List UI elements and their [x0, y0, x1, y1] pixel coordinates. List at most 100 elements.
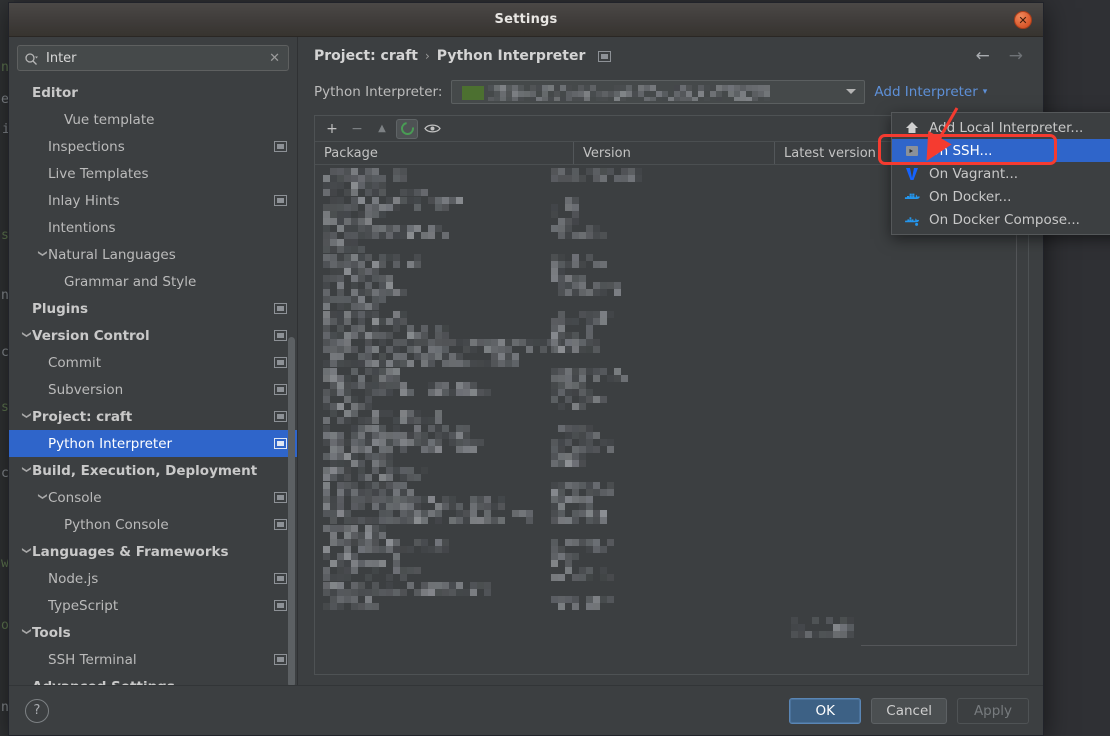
help-button[interactable]: ?: [25, 699, 49, 723]
sidebar-item-editor[interactable]: Editor: [9, 79, 297, 106]
sidebar-item-label: SSH Terminal: [48, 652, 274, 668]
settings-dialog: Settings ✕ ✕ EditorVue t: [8, 2, 1044, 736]
close-icon[interactable]: ✕: [1014, 11, 1032, 29]
remove-package-button[interactable]: −: [346, 119, 368, 139]
search-container: ✕: [9, 37, 297, 77]
sidebar-item-label: Plugins: [32, 301, 274, 317]
sidebar-item-intentions[interactable]: Intentions: [9, 214, 297, 241]
chevron-down-icon[interactable]: ❯: [21, 409, 30, 422]
sidebar-item-label: Natural Languages: [48, 247, 287, 263]
sidebar-item-label: TypeScript: [48, 598, 274, 614]
dialog-footer: ? OK Cancel Apply: [9, 685, 1043, 735]
sidebar-item-live-templates[interactable]: Live Templates: [9, 160, 297, 187]
project-scope-icon: [274, 357, 287, 368]
apply-button[interactable]: Apply: [957, 698, 1029, 724]
menu-item-on-vagrant[interactable]: On Vagrant...: [892, 162, 1110, 185]
sidebar-item-inlay-hints[interactable]: Inlay Hints: [9, 187, 297, 214]
arrow-left-icon[interactable]: ←: [970, 46, 996, 66]
search-box[interactable]: ✕: [17, 45, 289, 71]
chevron-down-icon[interactable]: ❯: [21, 463, 30, 476]
upgrade-package-button[interactable]: ▲: [371, 119, 393, 139]
add-interpreter-menu: Add Local Interpreter... On SSH... On Vagr…: [891, 112, 1110, 235]
packages-table-body[interactable]: [315, 165, 1028, 674]
project-scope-icon: [598, 51, 611, 62]
project-scope-icon: [274, 519, 287, 530]
column-header-package[interactable]: Package: [315, 142, 573, 164]
project-scope-icon: [274, 384, 287, 395]
cancel-button[interactable]: Cancel: [871, 698, 947, 724]
sidebar-item-tools[interactable]: ❯ Tools: [9, 619, 297, 646]
menu-item-on-docker-compose[interactable]: On Docker Compose...: [892, 208, 1110, 231]
sidebar-item-python-console[interactable]: Python Console: [9, 511, 297, 538]
project-scope-icon: [274, 492, 287, 503]
clear-icon[interactable]: ✕: [267, 51, 282, 66]
breadcrumb-project[interactable]: Project: craft: [314, 48, 418, 64]
sidebar-item-languages-frameworks[interactable]: ❯ Languages & Frameworks: [9, 538, 297, 565]
column-header-version[interactable]: Version: [573, 142, 774, 164]
menu-item-on-docker[interactable]: On Docker...: [892, 185, 1110, 208]
sidebar-item-commit[interactable]: Commit: [9, 349, 297, 376]
settings-sidebar: ✕ Editor Vue template Inspections Live Temp…: [9, 37, 298, 685]
project-scope-icon: [274, 600, 287, 611]
arrow-right-icon[interactable]: →: [1003, 46, 1029, 66]
sidebar-item-build-execution-deployment[interactable]: ❯ Build, Execution, Deployment: [9, 457, 297, 484]
dialog-body: ✕ Editor Vue template Inspections Live Temp…: [9, 37, 1043, 685]
ssh-terminal-icon: [904, 143, 920, 159]
breadcrumb: Project: craft › Python Interpreter ← →: [298, 37, 1043, 75]
refresh-icon[interactable]: [396, 119, 418, 139]
interpreter-value-censored: [454, 83, 824, 101]
sidebar-item-label: Inlay Hints: [48, 193, 274, 209]
dialog-titlebar[interactable]: Settings ✕: [9, 3, 1043, 37]
sidebar-item-typescript[interactable]: TypeScript: [9, 592, 297, 619]
menu-item-add-local-interpreter[interactable]: Add Local Interpreter...: [892, 116, 1110, 139]
eye-icon[interactable]: [421, 119, 443, 139]
sidebar-item-label: Console: [48, 490, 274, 506]
sidebar-item-grammar-and-style[interactable]: Grammar and Style: [9, 268, 297, 295]
breadcrumb-page: Python Interpreter: [437, 48, 586, 64]
sidebar-item-subversion[interactable]: Subversion: [9, 376, 297, 403]
sidebar-item-console[interactable]: ❯ Console: [9, 484, 297, 511]
chevron-down-icon: ▾: [983, 87, 988, 97]
menu-item-label: On Docker Compose...: [929, 212, 1080, 228]
project-scope-icon: [274, 330, 287, 341]
sidebar-item-label: Python Console: [64, 517, 274, 533]
sidebar-item-natural-languages[interactable]: ❯ Natural Languages: [9, 241, 297, 268]
interpreter-label: Python Interpreter:: [314, 84, 442, 100]
add-package-button[interactable]: +: [321, 119, 343, 139]
search-input[interactable]: [44, 50, 261, 67]
sidebar-item-vue-template[interactable]: Vue template: [9, 106, 297, 133]
sidebar-item-label: Grammar and Style: [64, 274, 287, 290]
project-scope-icon: [274, 438, 287, 449]
interpreter-select[interactable]: [451, 80, 865, 104]
add-interpreter-button[interactable]: Add Interpreter ▾: [874, 84, 987, 100]
menu-item-label: Add Local Interpreter...: [929, 120, 1083, 136]
menu-item-label: On Docker...: [929, 189, 1011, 205]
sidebar-item-version-control[interactable]: ❯ Version Control: [9, 322, 297, 349]
sidebar-item-ssh-terminal[interactable]: SSH Terminal: [9, 646, 297, 673]
chevron-down-icon[interactable]: ❯: [37, 490, 46, 503]
sidebar-item-label: Tools: [32, 625, 287, 641]
sidebar-item-label: Live Templates: [48, 166, 287, 182]
chevron-down-icon[interactable]: ❯: [21, 544, 30, 557]
sidebar-item-inspections[interactable]: Inspections: [9, 133, 297, 160]
sidebar-item-label: Build, Execution, Deployment: [32, 463, 287, 479]
sidebar-item-label: Python Interpreter: [48, 436, 274, 452]
chevron-down-icon[interactable]: ❯: [21, 328, 30, 341]
project-scope-icon: [274, 411, 287, 422]
chevron-down-icon[interactable]: ❯: [21, 625, 30, 638]
sidebar-item-plugins[interactable]: Plugins: [9, 295, 297, 322]
sidebar-item-label: Advanced Settings: [32, 679, 287, 686]
sidebar-scrollbar[interactable]: [288, 337, 295, 685]
menu-item-label: On Vagrant...: [929, 166, 1018, 182]
ok-button[interactable]: OK: [789, 698, 861, 724]
menu-item-on-ssh[interactable]: On SSH...: [892, 139, 1110, 162]
sidebar-item-label: Vue template: [64, 112, 287, 128]
project-scope-icon: [274, 654, 287, 665]
sidebar-item-node-js[interactable]: Node.js: [9, 565, 297, 592]
sidebar-item-python-interpreter[interactable]: Python Interpreter: [9, 430, 297, 457]
sidebar-item-label: Editor: [32, 85, 287, 101]
project-scope-icon: [274, 303, 287, 314]
chevron-down-icon[interactable]: ❯: [37, 247, 46, 260]
sidebar-item-project-craft[interactable]: ❯ Project: craft: [9, 403, 297, 430]
sidebar-item-advanced-settings[interactable]: Advanced Settings: [9, 673, 297, 685]
